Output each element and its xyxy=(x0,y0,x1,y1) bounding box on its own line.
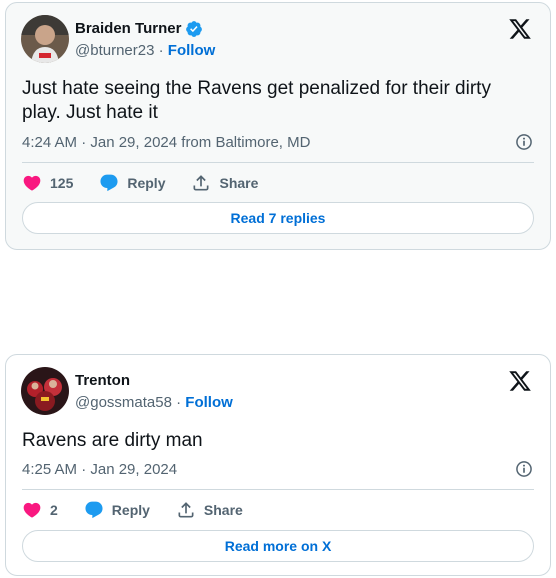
display-name: Trenton xyxy=(75,372,130,389)
tweet-card: Trenton @gossmata58 · Follow Ravens are … xyxy=(5,354,551,576)
display-name-link[interactable]: Trenton xyxy=(75,371,130,391)
tweet-meta: 4:24 AM · Jan 29, 2024 from Baltimore, M… xyxy=(22,132,534,152)
timestamp[interactable]: 4:24 AM · Jan 29, 2024 from Baltimore, M… xyxy=(22,134,310,151)
share-icon xyxy=(178,502,194,518)
action-bar: 125 Reply Share xyxy=(22,171,284,195)
share-label: Share xyxy=(219,175,259,191)
separator: · xyxy=(171,394,186,411)
read-more-button[interactable]: Read more on X xyxy=(22,530,534,562)
tweet-text: Just hate seeing the Ravens get penalize… xyxy=(22,78,491,123)
follow-link[interactable]: Follow xyxy=(168,42,216,59)
heart-icon xyxy=(23,175,41,191)
avatar[interactable] xyxy=(21,15,69,63)
info-icon[interactable] xyxy=(514,459,534,479)
reply-bubble-icon xyxy=(85,501,103,519)
handle[interactable]: @gossmata58 xyxy=(75,394,172,411)
tweet-card: Braiden Turner @bturner23 · Follow Just … xyxy=(5,2,551,250)
x-logo-icon[interactable] xyxy=(508,369,532,393)
author-info: Trenton @gossmata58 · Follow xyxy=(75,371,233,413)
x-logo-icon[interactable] xyxy=(508,17,532,41)
heart-icon xyxy=(23,502,41,518)
reply-button[interactable]: Reply xyxy=(99,173,165,193)
timestamp[interactable]: 4:25 AM · Jan 29, 2024 xyxy=(22,461,177,478)
reply-button[interactable]: Reply xyxy=(84,500,150,520)
action-bar: 2 Reply Share xyxy=(22,498,269,522)
share-button[interactable]: Share xyxy=(176,500,243,520)
share-label: Share xyxy=(203,502,243,518)
like-button[interactable]: 2 xyxy=(22,500,58,520)
verified-badge-icon xyxy=(186,21,203,37)
tweet-meta: 4:25 AM · Jan 29, 2024 xyxy=(22,459,534,479)
share-button[interactable]: Share xyxy=(191,173,258,193)
read-replies-button[interactable]: Read 7 replies xyxy=(22,202,534,234)
reply-label: Reply xyxy=(127,175,166,191)
like-count: 125 xyxy=(50,175,74,191)
tweet-text: Ravens are dirty man xyxy=(22,430,203,451)
like-button[interactable]: 125 xyxy=(22,173,73,193)
info-icon[interactable] xyxy=(514,132,534,152)
share-icon xyxy=(193,175,209,191)
avatar[interactable] xyxy=(21,367,69,415)
reply-bubble-icon xyxy=(100,174,118,192)
reply-label: Reply xyxy=(111,502,150,518)
author-info: Braiden Turner @bturner23 · Follow xyxy=(75,19,215,61)
display-name-link[interactable]: Braiden Turner xyxy=(75,19,203,39)
divider xyxy=(22,162,534,163)
handle[interactable]: @bturner23 xyxy=(75,42,154,59)
divider xyxy=(22,489,534,490)
separator: · xyxy=(154,42,168,59)
display-name: Braiden Turner xyxy=(75,20,182,37)
follow-link[interactable]: Follow xyxy=(185,394,233,411)
like-count: 2 xyxy=(50,502,58,518)
